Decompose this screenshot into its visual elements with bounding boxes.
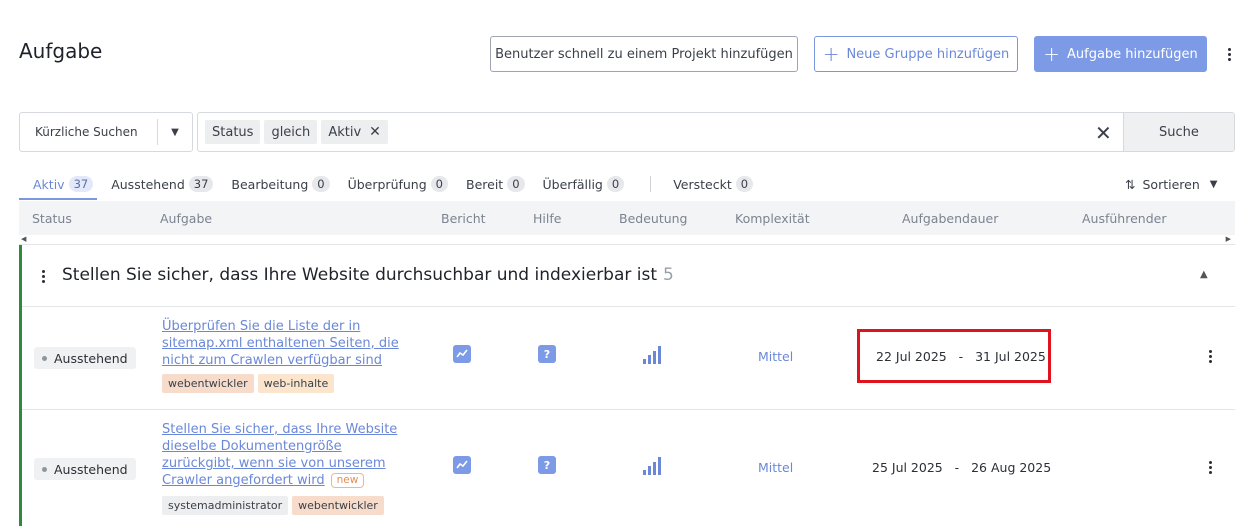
count-badge: 37 xyxy=(188,176,214,192)
search-button[interactable]: Suche xyxy=(1123,113,1234,151)
table-row: Ausstehend Stellen Sie sicher, dass Ihre… xyxy=(22,410,1235,526)
filter-chip-value[interactable]: Aktiv ✕ xyxy=(321,120,388,144)
task-link[interactable]: Stellen Sie sicher, dass Ihre Website di… xyxy=(162,421,402,489)
count-badge: 0 xyxy=(507,176,525,192)
new-badge: new xyxy=(330,473,365,488)
task-group: Stellen Sie sicher, dass Ihre Website du… xyxy=(19,245,1235,526)
column-importance[interactable]: Bedeutung xyxy=(619,211,688,226)
new-group-label: Neue Gruppe hinzufügen xyxy=(846,46,1010,62)
task-link[interactable]: Überprüfen Sie die Liste der in sitemap.… xyxy=(162,318,402,369)
filter-bar[interactable]: Status gleich Aktiv ✕ ✕ Suche xyxy=(197,112,1235,152)
report-chart-icon[interactable] xyxy=(453,456,471,474)
duration-value: 25 Jul 2025 - 26 Aug 2025 xyxy=(872,460,1052,475)
remove-chip-icon[interactable]: ✕ xyxy=(369,124,381,140)
sort-label: Sortieren xyxy=(1142,177,1200,192)
tab-label: Bearbeitung xyxy=(231,176,309,192)
page-title: Aufgabe xyxy=(19,39,103,63)
group-menu-icon[interactable] xyxy=(42,270,45,283)
task-tags: webentwickler web-inhalte xyxy=(162,374,335,393)
tab-versteckt[interactable]: Versteckt 0 xyxy=(673,174,754,200)
add-task-button[interactable]: + Aufgabe hinzufügen xyxy=(1034,36,1207,72)
task-page: Aufgabe Benutzer schnell zu einem Projek… xyxy=(0,0,1249,526)
count-badge: 0 xyxy=(312,176,330,192)
group-title-text: Stellen Sie sicher, dass Ihre Website du… xyxy=(62,265,658,285)
row-menu-icon[interactable] xyxy=(1209,461,1212,474)
tab-label: Überprüfung xyxy=(347,176,427,192)
count-badge: 0 xyxy=(606,176,625,192)
status-tabs: Aktiv 37 Ausstehend 37 Bearbeitung 0 Übe… xyxy=(19,174,771,200)
tab-label: Ausstehend xyxy=(111,176,185,192)
tab-ueberfaellig[interactable]: Überfällig 0 xyxy=(543,174,625,200)
column-duration[interactable]: Aufgabendauer xyxy=(902,211,998,226)
tab-ausstehend[interactable]: Ausstehend 37 xyxy=(111,174,214,200)
help-icon[interactable]: ? xyxy=(538,456,556,474)
group-title: Stellen Sie sicher, dass Ihre Website du… xyxy=(62,265,674,285)
status-badge[interactable]: Ausstehend xyxy=(34,458,136,480)
row-menu-icon[interactable] xyxy=(1209,350,1212,363)
filter-chip-field[interactable]: Status xyxy=(205,120,261,144)
column-status[interactable]: Status xyxy=(32,211,72,226)
importance-bars-icon xyxy=(643,457,661,475)
tab-label: Aktiv xyxy=(33,176,65,192)
tab-label: Überfällig xyxy=(542,176,603,192)
column-executor[interactable]: Ausführender xyxy=(1082,211,1166,226)
column-help[interactable]: Hilfe xyxy=(533,211,561,226)
horizontal-scrollbar[interactable]: ◀ ▶ xyxy=(19,235,1235,245)
report-chart-icon[interactable] xyxy=(453,345,471,363)
table-header: Status Aufgabe Bericht Hilfe Bedeutung K… xyxy=(19,201,1235,235)
tab-bereit[interactable]: Bereit 0 xyxy=(466,174,525,200)
tag: systemadministrator xyxy=(162,496,289,515)
status-badge[interactable]: Ausstehend xyxy=(34,347,136,369)
highlight-box xyxy=(857,329,1051,383)
complexity-value: Mittel xyxy=(758,460,794,475)
table-row: Ausstehend Überprüfen Sie die Liste der … xyxy=(22,307,1235,410)
tag: web-inhalte xyxy=(257,374,335,393)
tab-label: Bereit xyxy=(466,176,504,192)
sort-icon: ⇅ xyxy=(1125,177,1136,192)
help-icon[interactable]: ? xyxy=(538,345,556,363)
recent-searches-label: Kürzliche Suchen xyxy=(35,125,138,139)
plus-icon: + xyxy=(1043,42,1060,66)
scroll-left-icon[interactable]: ◀ xyxy=(21,235,26,243)
count-badge: 0 xyxy=(430,176,448,192)
count-badge: 37 xyxy=(68,176,94,192)
group-header: Stellen Sie sicher, dass Ihre Website du… xyxy=(22,245,1235,307)
tab-bearbeitung[interactable]: Bearbeitung 0 xyxy=(231,174,330,200)
tab-divider xyxy=(650,176,652,192)
sort-button[interactable]: ⇅ Sortieren ▼ xyxy=(1125,177,1217,192)
group-count: 5 xyxy=(663,265,674,285)
add-user-to-project-label: Benutzer schnell zu einem Projekt hinzuf… xyxy=(495,46,793,62)
add-task-label: Aufgabe hinzufügen xyxy=(1066,46,1198,62)
importance-bars-icon xyxy=(643,346,661,364)
tag: webentwickler xyxy=(162,374,254,393)
tab-ueberpruefung[interactable]: Überprüfung 0 xyxy=(348,174,448,200)
recent-searches-dropdown[interactable]: Kürzliche Suchen ▼ xyxy=(19,112,193,152)
chevron-down-icon[interactable]: ▼ xyxy=(158,127,192,138)
filter-chip-operator[interactable]: gleich xyxy=(264,120,318,144)
filter-chip-value-label: Aktiv xyxy=(328,124,362,140)
column-complexity[interactable]: Komplexität xyxy=(735,211,810,226)
column-task[interactable]: Aufgabe xyxy=(160,211,212,226)
scroll-right-icon[interactable]: ▶ xyxy=(1226,235,1231,243)
add-user-to-project-button[interactable]: Benutzer schnell zu einem Projekt hinzuf… xyxy=(490,36,798,72)
count-badge: 0 xyxy=(735,176,754,192)
chevron-down-icon: ▼ xyxy=(1209,179,1218,190)
tag: webentwickler xyxy=(292,496,384,515)
collapse-icon[interactable]: ▲ xyxy=(1200,269,1208,280)
task-tags: systemadministrator webentwickler xyxy=(162,496,384,515)
plus-icon: + xyxy=(822,42,840,66)
more-options-icon[interactable] xyxy=(1220,44,1238,64)
column-report[interactable]: Bericht xyxy=(441,211,486,226)
complexity-value: Mittel xyxy=(758,349,794,364)
tab-aktiv[interactable]: Aktiv 37 xyxy=(19,174,98,200)
new-group-button[interactable]: + Neue Gruppe hinzufügen xyxy=(814,36,1018,72)
clear-filter-icon[interactable]: ✕ xyxy=(1095,121,1112,145)
tab-label: Versteckt xyxy=(673,176,732,192)
